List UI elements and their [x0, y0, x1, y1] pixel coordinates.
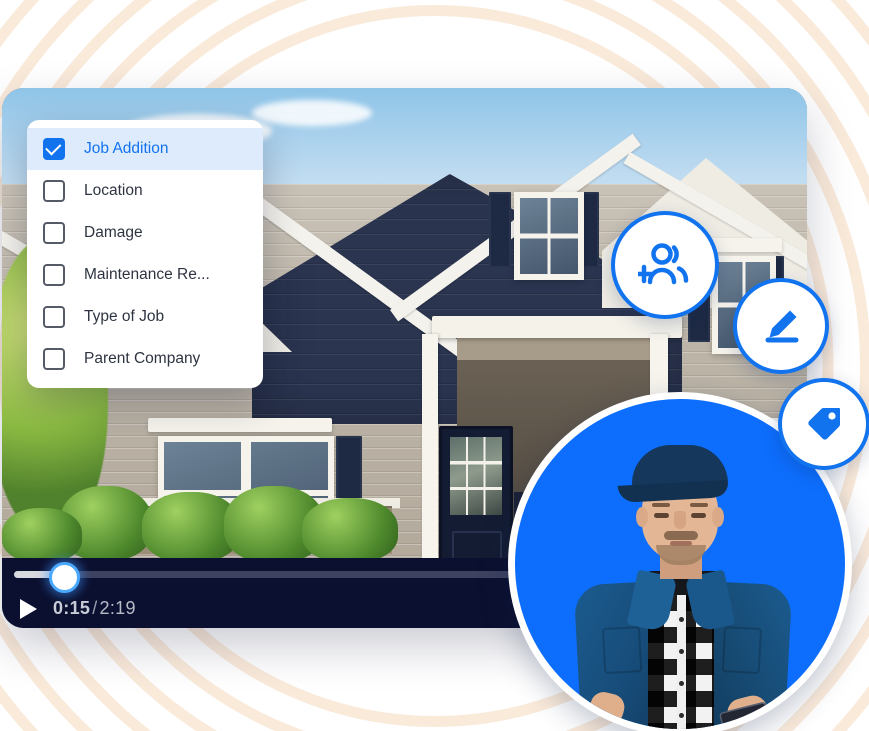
porch-column	[422, 334, 438, 558]
shrub	[302, 498, 398, 558]
dropdown-option-parent-company[interactable]: Parent Company	[27, 338, 263, 380]
dropdown-option-label: Parent Company	[84, 350, 201, 367]
tag-icon[interactable]	[778, 378, 869, 470]
front-door	[439, 426, 513, 558]
dropdown-option-label: Damage	[84, 224, 143, 241]
dropdown-option-label: Location	[84, 182, 143, 199]
window-panes	[520, 198, 578, 274]
jacket-pocket	[601, 626, 643, 675]
dormer-window	[514, 192, 584, 280]
add-person-icon[interactable]	[611, 211, 719, 319]
window-cap	[148, 418, 332, 432]
tag-filter-dropdown[interactable]: Job Addition Location Damage Maintenance…	[27, 120, 263, 388]
checkbox-icon[interactable]	[43, 222, 65, 244]
porch-header-beam	[432, 316, 682, 338]
dropdown-option-job-addition[interactable]: Job Addition	[27, 128, 263, 170]
shrub	[2, 508, 82, 558]
dropdown-option-label: Maintenance Re...	[84, 266, 210, 283]
door-panel	[452, 531, 502, 558]
progress-thumb[interactable]	[48, 562, 80, 593]
door-glass	[450, 437, 502, 515]
eye	[654, 513, 669, 518]
cloud	[252, 100, 372, 126]
window-shutter	[489, 192, 511, 268]
ear	[712, 507, 724, 527]
checkbox-checked-icon[interactable]	[43, 138, 65, 160]
eye	[691, 513, 706, 518]
total-time: 2:19	[99, 598, 136, 618]
timecode: 0:15/2:19	[53, 598, 136, 619]
eyebrow	[690, 503, 708, 507]
shirt-placket	[677, 595, 686, 729]
promo-composition: H O M E	[0, 0, 869, 731]
dropdown-option-maintenance-request[interactable]: Maintenance Re...	[27, 254, 263, 296]
dropdown-option-label: Type of Job	[84, 308, 165, 325]
control-row: 0:15/2:19	[20, 598, 136, 619]
shirt-button	[679, 681, 684, 686]
nose	[674, 511, 686, 529]
shirt-button	[679, 649, 684, 654]
shirt-button	[679, 713, 684, 718]
worker-figure	[560, 445, 800, 729]
dropdown-option-damage[interactable]: Damage	[27, 212, 263, 254]
shirt-button	[679, 617, 684, 622]
checkbox-icon[interactable]	[43, 306, 65, 328]
jacket-pocket	[721, 626, 763, 675]
edit-pencil-icon[interactable]	[733, 278, 829, 374]
play-icon[interactable]	[20, 598, 37, 619]
time-separator: /	[92, 598, 98, 618]
current-time: 0:15	[53, 598, 91, 618]
dropdown-option-label: Job Addition	[84, 140, 169, 157]
checkbox-icon[interactable]	[43, 348, 65, 370]
dropdown-option-type-of-job[interactable]: Type of Job	[27, 296, 263, 338]
eyebrow	[652, 503, 670, 507]
ear	[636, 507, 648, 527]
checkbox-icon[interactable]	[43, 264, 65, 286]
moustache	[664, 531, 698, 540]
door-muntins	[450, 437, 502, 515]
checkbox-icon[interactable]	[43, 180, 65, 202]
dropdown-option-location[interactable]: Location	[27, 170, 263, 212]
